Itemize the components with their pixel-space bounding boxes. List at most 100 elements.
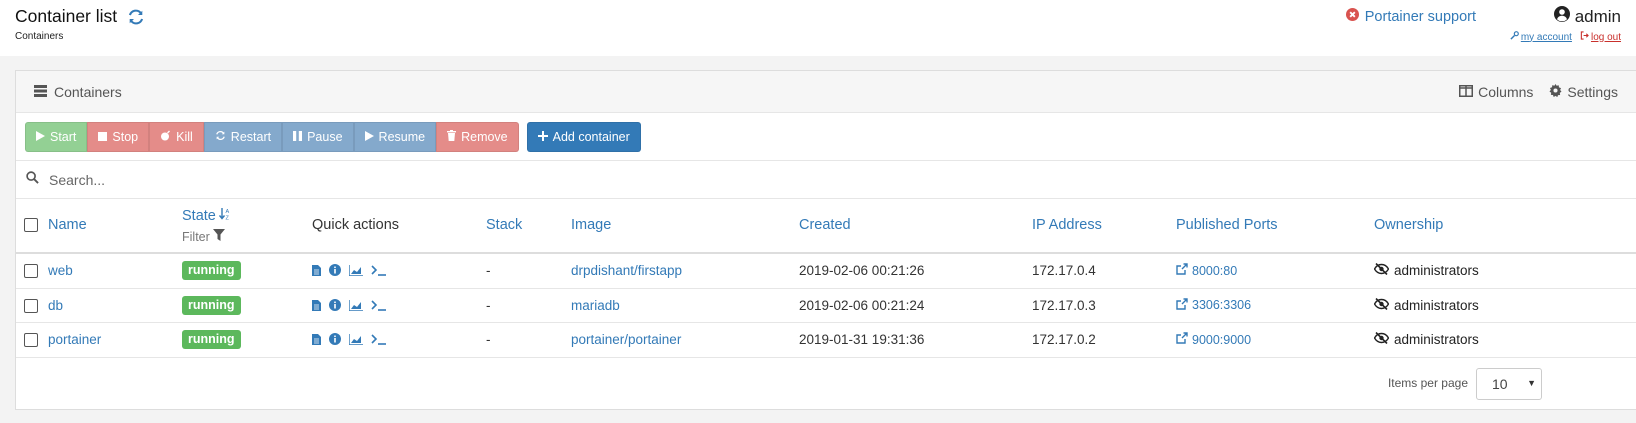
ownership-label: administrators — [1394, 332, 1479, 347]
select-all-checkbox[interactable] — [24, 218, 38, 232]
refresh-icon[interactable] — [127, 8, 145, 26]
row-checkbox[interactable] — [24, 264, 38, 278]
column-header-state[interactable]: State AZ — [182, 208, 231, 224]
columns-button[interactable]: Columns — [1459, 84, 1533, 100]
info-icon[interactable] — [329, 333, 341, 348]
column-header-ownership[interactable]: Ownership — [1374, 217, 1443, 233]
info-icon[interactable] — [329, 264, 341, 279]
column-header-name[interactable]: Name — [48, 217, 87, 233]
image-link[interactable]: portainer/portainer — [571, 332, 681, 347]
state-filter[interactable]: Filter — [182, 229, 225, 244]
stats-chart-icon[interactable] — [348, 333, 363, 348]
items-per-page-label: Items per page — [1387, 375, 1468, 390]
widget-title: Containers — [34, 84, 122, 100]
stack-value: - — [486, 297, 491, 313]
close-circle-icon — [1345, 8, 1359, 25]
support-label: Portainer support — [1364, 8, 1476, 25]
widget-title-text: Containers — [54, 84, 122, 100]
bomb-icon — [160, 130, 171, 144]
account-links: my account log out — [1510, 31, 1621, 43]
logs-icon[interactable] — [312, 333, 321, 348]
info-icon[interactable] — [329, 298, 341, 314]
external-link-icon — [1176, 297, 1188, 313]
published-port-link[interactable]: 8000:80 — [1176, 263, 1237, 278]
restart-label: Restart — [230, 130, 272, 144]
stop-icon — [98, 130, 108, 144]
published-port-link[interactable]: 3306:3306 — [1176, 297, 1252, 313]
console-icon[interactable] — [371, 333, 387, 348]
search-bar — [16, 161, 1636, 199]
user-menu[interactable]: admin — [1553, 6, 1621, 27]
container-name-link[interactable]: portainer — [48, 332, 101, 347]
search-input[interactable] — [47, 170, 647, 189]
port-label: 3306:3306 — [1192, 298, 1252, 312]
refresh-icon — [215, 130, 226, 144]
external-link-icon — [1176, 332, 1188, 347]
items-per-page-select[interactable]: 10 ▼ — [1476, 367, 1542, 400]
restart-button[interactable]: Restart — [203, 122, 283, 152]
column-header-image[interactable]: Image — [571, 217, 611, 233]
status-badge: running — [182, 295, 241, 315]
ownership-value: administrators — [1373, 297, 1479, 313]
stack-value: - — [486, 332, 491, 347]
items-per-page-value: 10 — [1492, 375, 1508, 392]
trash-icon — [447, 130, 457, 144]
eye-slash-icon — [1373, 297, 1390, 313]
logs-icon[interactable] — [312, 264, 321, 279]
quick-actions — [312, 264, 387, 279]
play-icon — [36, 130, 45, 144]
ownership-value: administrators — [1373, 262, 1479, 278]
log-out-link[interactable]: log out — [1580, 31, 1621, 43]
column-header-created[interactable]: Created — [799, 217, 851, 233]
column-header-stack[interactable]: Stack — [486, 217, 522, 233]
console-icon[interactable] — [371, 299, 387, 314]
filter-icon — [212, 229, 225, 244]
image-link[interactable]: mariadb — [571, 298, 620, 313]
console-icon[interactable] — [371, 264, 387, 279]
column-header-ip[interactable]: IP Address — [1032, 217, 1102, 233]
published-port-link[interactable]: 9000:9000 — [1176, 332, 1251, 347]
columns-label: Columns — [1478, 84, 1534, 100]
container-actions-group: Start Stop Kill Restart Pause Resume Rem… — [25, 122, 519, 152]
row-checkbox[interactable] — [24, 298, 38, 313]
pause-button[interactable]: Pause — [282, 122, 354, 152]
container-name-link[interactable]: db — [48, 298, 63, 313]
stats-chart-icon[interactable] — [348, 299, 363, 314]
action-bar: Start Stop Kill Restart Pause Resume Rem… — [16, 113, 1636, 161]
table-footer: Items per page 10 ▼ — [16, 358, 1636, 408]
resume-button[interactable]: Resume — [353, 122, 437, 152]
containers-widget: Containers Columns Settings Start Stop K… — [15, 70, 1636, 410]
log-out-label: log out — [1590, 31, 1621, 43]
settings-button[interactable]: Settings — [1549, 84, 1618, 100]
search-icon — [26, 170, 39, 189]
eye-slash-icon — [1373, 331, 1390, 347]
image-link[interactable]: drpdishant/firstapp — [571, 263, 682, 278]
row-checkbox[interactable] — [24, 333, 38, 347]
caret-down-icon: ▼ — [1527, 377, 1536, 388]
my-account-label: my account — [1520, 31, 1572, 43]
table-row: db running - mariadb 2019-02-06 00:21:24… — [16, 289, 1636, 323]
column-header-ports[interactable]: Published Ports — [1176, 217, 1278, 233]
add-container-button[interactable]: Add container — [526, 122, 641, 152]
quick-actions — [312, 333, 387, 348]
remove-button[interactable]: Remove — [436, 122, 519, 152]
status-badge: running — [182, 261, 241, 280]
pause-icon — [293, 130, 303, 144]
my-account-link[interactable]: my account — [1510, 31, 1572, 43]
list-icon — [34, 84, 47, 100]
stop-button[interactable]: Stop — [87, 122, 150, 152]
table-row: portainer running - portainer/portainer … — [16, 323, 1636, 358]
start-button[interactable]: Start — [25, 122, 88, 152]
container-name-link[interactable]: web — [48, 263, 73, 278]
kill-button[interactable]: Kill — [149, 122, 204, 152]
created-value: 2019-02-06 00:21:26 — [799, 263, 925, 278]
stop-label: Stop — [112, 130, 139, 144]
ownership-label: administrators — [1394, 297, 1479, 313]
stack-value: - — [486, 263, 491, 278]
table-row: web running - drpdishant/firstapp 2019-0… — [16, 254, 1636, 289]
stats-chart-icon[interactable] — [348, 264, 363, 279]
start-label: Start — [50, 130, 77, 144]
logs-icon[interactable] — [312, 299, 321, 314]
portainer-support-link[interactable]: Portainer support — [1345, 8, 1476, 25]
quick-actions — [312, 298, 387, 314]
